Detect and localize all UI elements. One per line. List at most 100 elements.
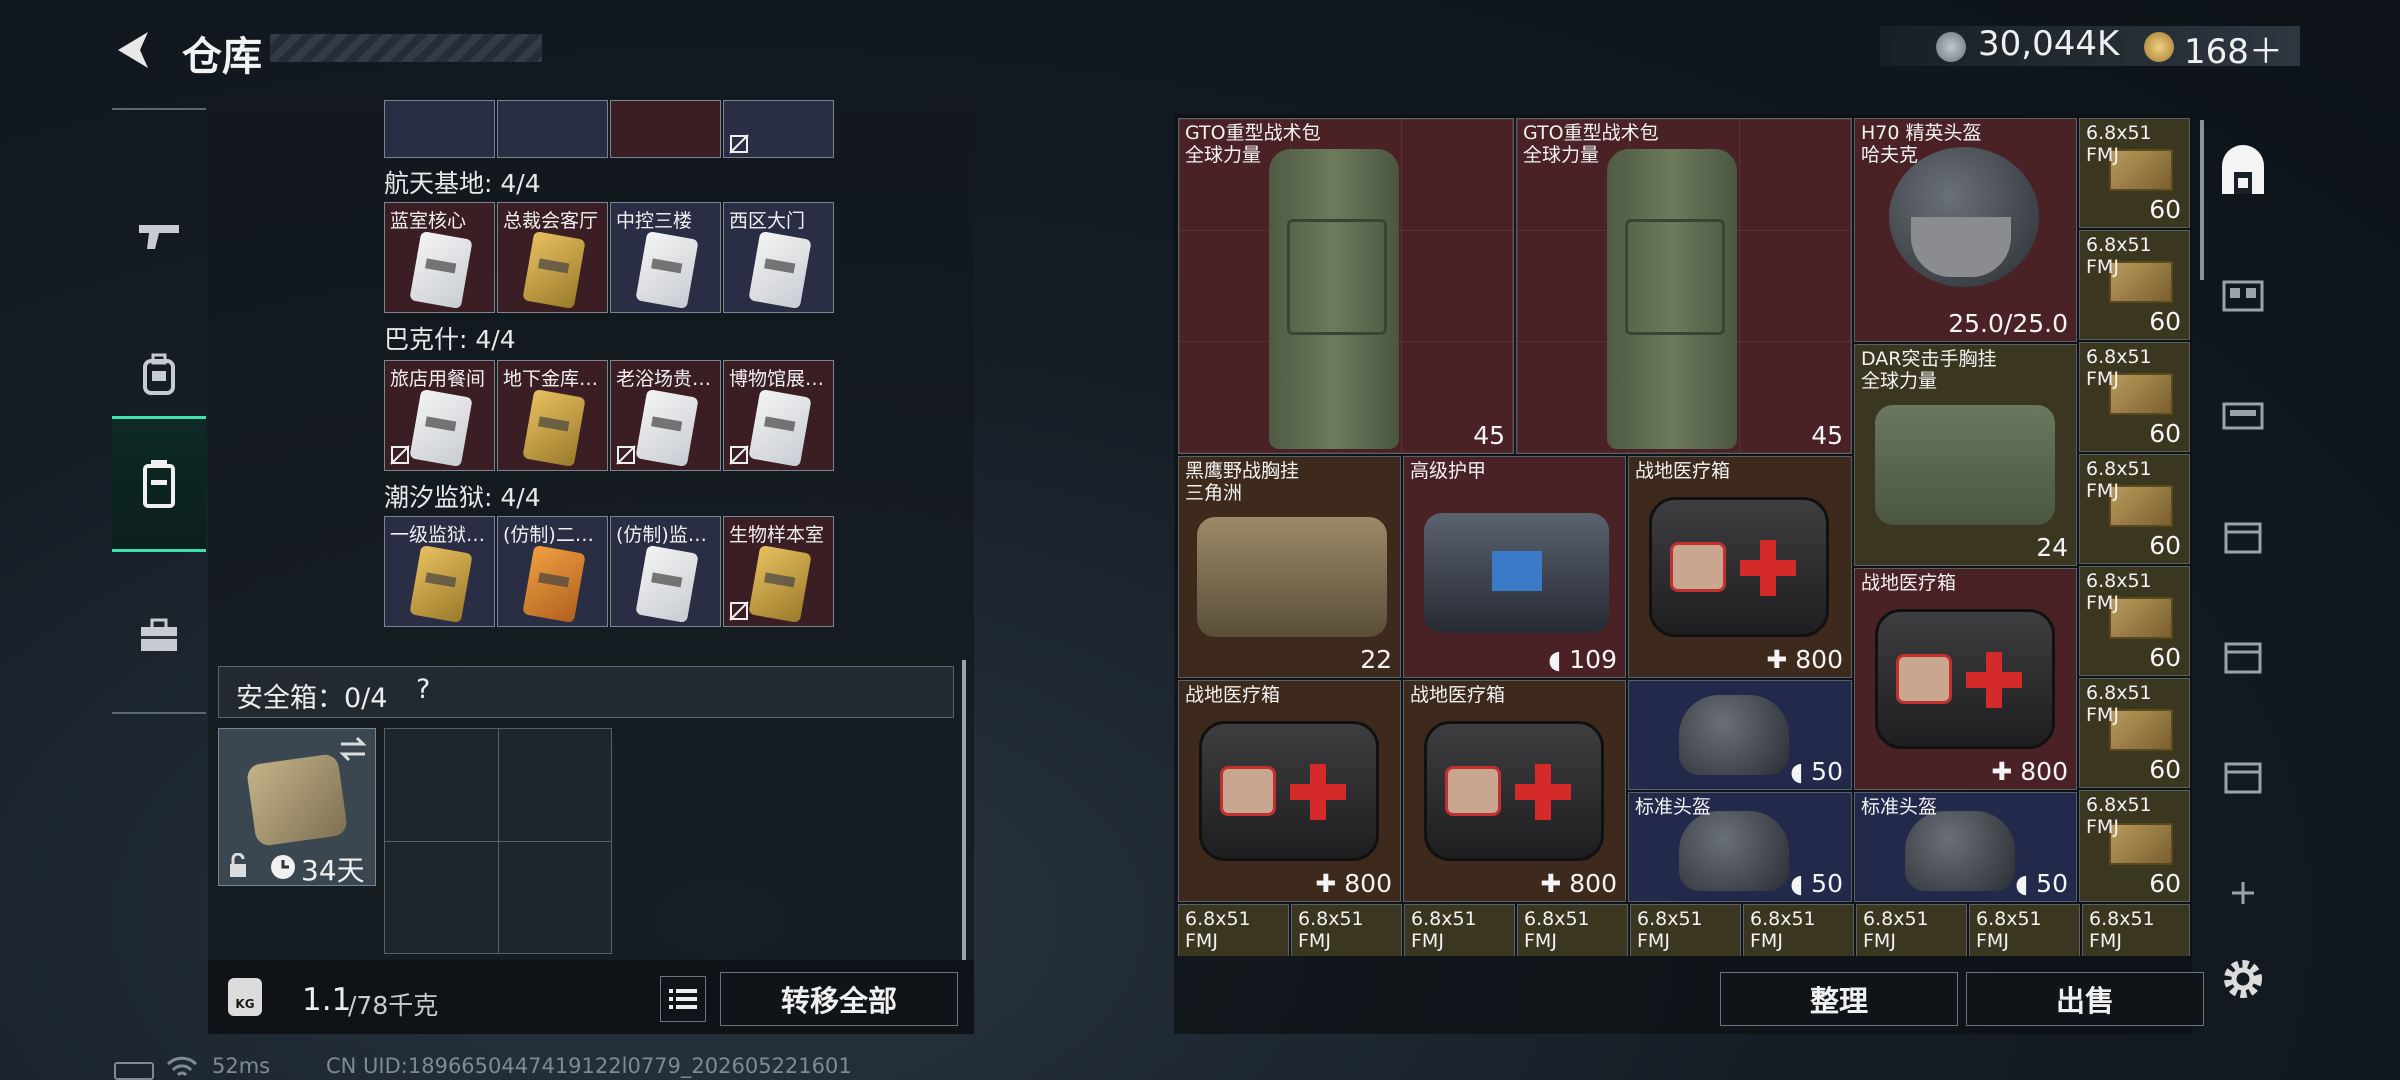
inventory-item[interactable]: 战地医疗箱 ✚ 800 <box>1178 680 1401 902</box>
ammo-count: 60 <box>2149 643 2181 672</box>
item-capacity: 45 <box>1811 421 1843 450</box>
list-view-button[interactable] <box>660 976 706 1022</box>
inventory-item[interactable]: 高级护甲 ◖ 109 <box>1403 456 1626 678</box>
ammo-name: 6.8x51 FMJ <box>1298 908 1364 952</box>
card-label: 一级监狱… <box>390 524 486 546</box>
key-card[interactable]: 西区大门 <box>723 202 834 313</box>
key-card[interactable]: 生物样本室 <box>723 516 834 627</box>
medkit-image <box>1199 721 1379 861</box>
ammo-item[interactable]: 6.8x51 FMJ 60 <box>2079 454 2190 564</box>
inventory-item[interactable]: GTO重型战术包 全球力量 45 <box>1178 118 1514 454</box>
tab-storage[interactable] <box>112 416 206 552</box>
ammo-item[interactable]: 6.8x51 FMJ <box>1743 904 1854 956</box>
inventory-item[interactable]: 战地医疗箱 ✚ 800 <box>1854 568 2077 790</box>
ammo-item[interactable]: 6.8x51 FMJ 60 <box>2079 230 2190 340</box>
back-icon[interactable] <box>112 28 156 72</box>
swap-icon[interactable] <box>337 735 369 763</box>
ammo-item[interactable]: 6.8x51 FMJ 60 <box>2079 118 2190 228</box>
key-card[interactable]: 地下金库… <box>497 360 608 471</box>
toolbox-icon <box>141 618 177 651</box>
inventory-item[interactable]: DAR突击手胸挂 全球力量 24 <box>1854 344 2077 566</box>
item-durability: ✚ 800 <box>1766 645 1843 674</box>
tab-weapons[interactable] <box>112 170 206 300</box>
ammo-name: 6.8x51 FMJ <box>1637 908 1703 952</box>
sort-button[interactable]: 整理 <box>1720 972 1958 1026</box>
gold-balance[interactable]: 168＋ <box>2184 24 2283 73</box>
ammo-item[interactable]: 6.8x51 FMJ <box>1630 904 1741 956</box>
no-insure-icon <box>729 134 749 154</box>
item-name: 战地医疗箱 <box>1635 460 1731 482</box>
card-label: 地下金库… <box>503 368 599 390</box>
item-durability: ✚ 800 <box>1540 869 1617 898</box>
inventory-item[interactable]: 黑鹰野战胸挂 三角洲 22 <box>1178 456 1401 678</box>
keycard-image <box>748 231 812 309</box>
card-label: (仿制)监… <box>616 524 707 546</box>
rig-slot-icon[interactable] <box>2218 270 2268 320</box>
item-durability: ✚ 800 <box>1315 869 1392 898</box>
pouch-slot-icon[interactable] <box>2218 750 2268 800</box>
key-card[interactable]: 蓝室核心 <box>384 202 495 313</box>
rig-image <box>1197 517 1387 637</box>
settings-gear-icon[interactable] <box>2218 954 2268 1004</box>
ammo-item[interactable]: 6.8x51 FMJ <box>1969 904 2080 956</box>
ammo-item[interactable]: 6.8x51 FMJ <box>1291 904 1402 956</box>
pouch-slot-icon[interactable] <box>2218 630 2268 680</box>
section-title: 巴克什: 4/4 <box>384 325 516 354</box>
ammo-item[interactable]: 6.8x51 FMJ <box>1517 904 1628 956</box>
inventory-item[interactable]: H70 精英头盔 哈夫克 25.0/25.0 <box>1854 118 2077 342</box>
keycard-image <box>748 545 812 623</box>
no-insure-icon <box>729 445 749 465</box>
inventory-item[interactable]: 战地医疗箱 ✚ 800 <box>1628 456 1852 678</box>
helmet-image <box>1679 695 1789 775</box>
stash-scrollbar[interactable] <box>962 660 966 960</box>
inventory-item[interactable]: ◖ 50 <box>1628 680 1852 790</box>
ammo-name: 6.8x51 FMJ <box>2086 122 2152 166</box>
safe-box-item[interactable]: 34天 <box>218 728 376 887</box>
ammo-item[interactable]: 6.8x51 FMJ <box>1178 904 1289 956</box>
key-card[interactable]: (仿制)二… <box>497 516 608 627</box>
item-name: 战地医疗箱 <box>1185 684 1281 706</box>
tab-backpack[interactable] <box>2214 144 2272 202</box>
ammo-item[interactable]: 6.8x51 FMJ <box>1404 904 1515 956</box>
tab-tools[interactable] <box>112 570 206 700</box>
key-card[interactable]: 一级监狱… <box>384 516 495 627</box>
ammo-name: 6.8x51 FMJ <box>2086 346 2152 390</box>
safe-box-label: 安全箱：0/4 <box>236 683 388 714</box>
inventory-item[interactable]: GTO重型战术包 全球力量 45 <box>1516 118 1852 454</box>
ammo-item[interactable]: 6.8x51 FMJ 60 <box>2079 342 2190 452</box>
ammo-name: 6.8x51 FMJ <box>2086 234 2152 278</box>
help-button[interactable]: ? <box>416 674 430 705</box>
ammo-item[interactable]: 6.8x51 FMJ <box>1856 904 1967 956</box>
key-card[interactable] <box>497 100 608 158</box>
weight-icon-label: KG <box>235 997 255 1011</box>
armor-slot-icon[interactable] <box>2218 390 2268 440</box>
key-card[interactable] <box>610 100 721 158</box>
keycard-image <box>522 389 586 467</box>
safe-box-image <box>245 752 349 848</box>
ammo-item[interactable]: 6.8x51 FMJ <box>2082 904 2190 956</box>
key-card[interactable] <box>723 100 834 158</box>
sell-button[interactable]: 出售 <box>1966 972 2204 1026</box>
key-card[interactable]: 老浴场贵… <box>610 360 721 471</box>
page-title: 仓库 <box>182 34 262 80</box>
item-name: DAR突击手胸挂 全球力量 <box>1861 348 1997 392</box>
ammo-item[interactable]: 6.8x51 FMJ 60 <box>2079 566 2190 676</box>
inventory-item[interactable]: 战地医疗箱 ✚ 800 <box>1403 680 1626 902</box>
add-icon[interactable] <box>2226 876 2260 910</box>
container-tabs <box>2196 114 2288 1034</box>
pouch-slot-icon[interactable] <box>2218 510 2268 560</box>
key-card[interactable] <box>384 100 495 158</box>
ammo-name: 6.8x51 FMJ <box>2086 570 2152 614</box>
key-card[interactable]: 总裁会客厅 <box>497 202 608 313</box>
key-card[interactable]: (仿制)监… <box>610 516 721 627</box>
inventory-item[interactable]: 标准头盔 ◖ 50 <box>1854 792 2077 902</box>
ammo-item[interactable]: 6.8x51 FMJ 60 <box>2079 790 2190 902</box>
inventory-item[interactable]: 标准头盔 ◖ 50 <box>1628 792 1852 902</box>
item-durability: ◖ 50 <box>2015 869 2068 898</box>
key-card[interactable]: 中控三楼 <box>610 202 721 313</box>
transfer-all-button[interactable]: 转移全部 <box>720 972 958 1026</box>
safe-box-slots[interactable] <box>384 728 612 954</box>
ammo-item[interactable]: 6.8x51 FMJ 60 <box>2079 678 2190 788</box>
key-card[interactable]: 博物馆展… <box>723 360 834 471</box>
key-card[interactable]: 旅店用餐间 <box>384 360 495 471</box>
